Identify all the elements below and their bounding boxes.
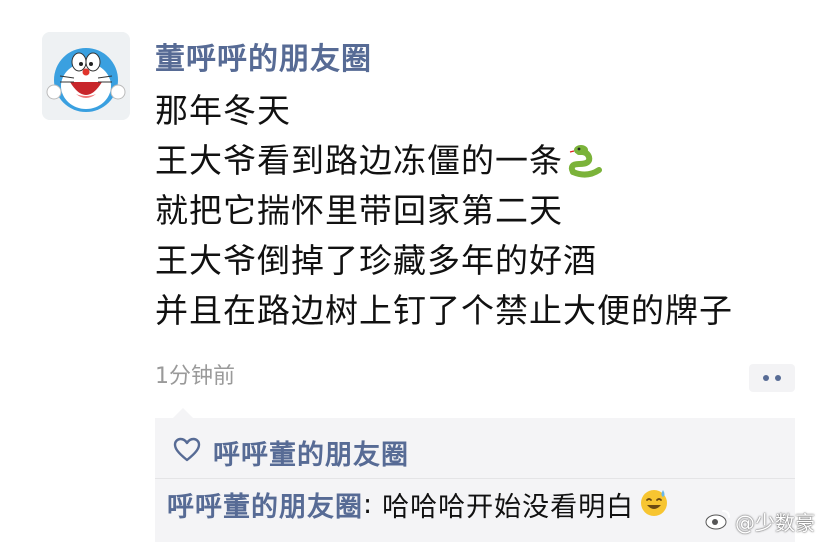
more-dot — [763, 375, 769, 381]
comment-text: 哈哈哈开始没看明白 — [382, 491, 635, 523]
post-line-with-emoji: 王大爷看到路边冻僵的一条 — [155, 136, 805, 186]
post-meta-row: 1分钟前 — [155, 362, 795, 396]
comment-item[interactable]: 呼呼董的朋友圈 : 哈哈哈开始没看明白 — [167, 484, 670, 524]
post-line-text: 王大爷看到路边冻僵的一条 — [155, 141, 563, 180]
doraemon-avatar-icon — [42, 32, 130, 120]
post-line: 那年冬天 — [155, 91, 291, 130]
weibo-watermark: @少数豪 — [705, 507, 815, 536]
heart-outline-icon — [173, 437, 201, 467]
likes-row: 呼呼董的朋友圈 — [173, 433, 409, 472]
divider — [155, 478, 795, 479]
post-line: 就把它揣怀里带回家第二天 — [155, 191, 563, 230]
post-timestamp: 1分钟前 — [155, 364, 235, 389]
weibo-icon — [705, 508, 731, 535]
post-content: 那年冬天 王大爷看到路边冻僵的一条 就把它揣怀里带回家第二天 王大爷倒掉了珍藏多… — [155, 86, 805, 336]
sweat-smile-emoji-icon — [638, 486, 670, 522]
avatar[interactable] — [42, 32, 130, 120]
watermark-text: @少数豪 — [735, 511, 815, 535]
post-author-name[interactable]: 董呼呼的朋友圈 — [155, 34, 372, 78]
post-line: 王大爷倒掉了珍藏多年的好酒 — [155, 241, 597, 280]
more-actions-button[interactable] — [749, 364, 795, 392]
likes-comments-panel: 呼呼董的朋友圈 呼呼董的朋友圈 : 哈哈哈开始没看明白 — [155, 408, 795, 542]
commenter-name[interactable]: 呼呼董的朋友圈 — [167, 485, 363, 524]
snake-emoji-icon — [567, 142, 605, 192]
liker-name[interactable]: 呼呼董的朋友圈 — [213, 433, 409, 472]
moments-post: 董呼呼的朋友圈 那年冬天 王大爷看到路边冻僵的一条 就把它揣怀里带回家第二天 王… — [0, 0, 829, 542]
comment-separator: : — [363, 488, 373, 520]
post-line: 并且在路边树上钉了个禁止大便的牌子 — [155, 291, 733, 330]
more-dot — [775, 375, 781, 381]
